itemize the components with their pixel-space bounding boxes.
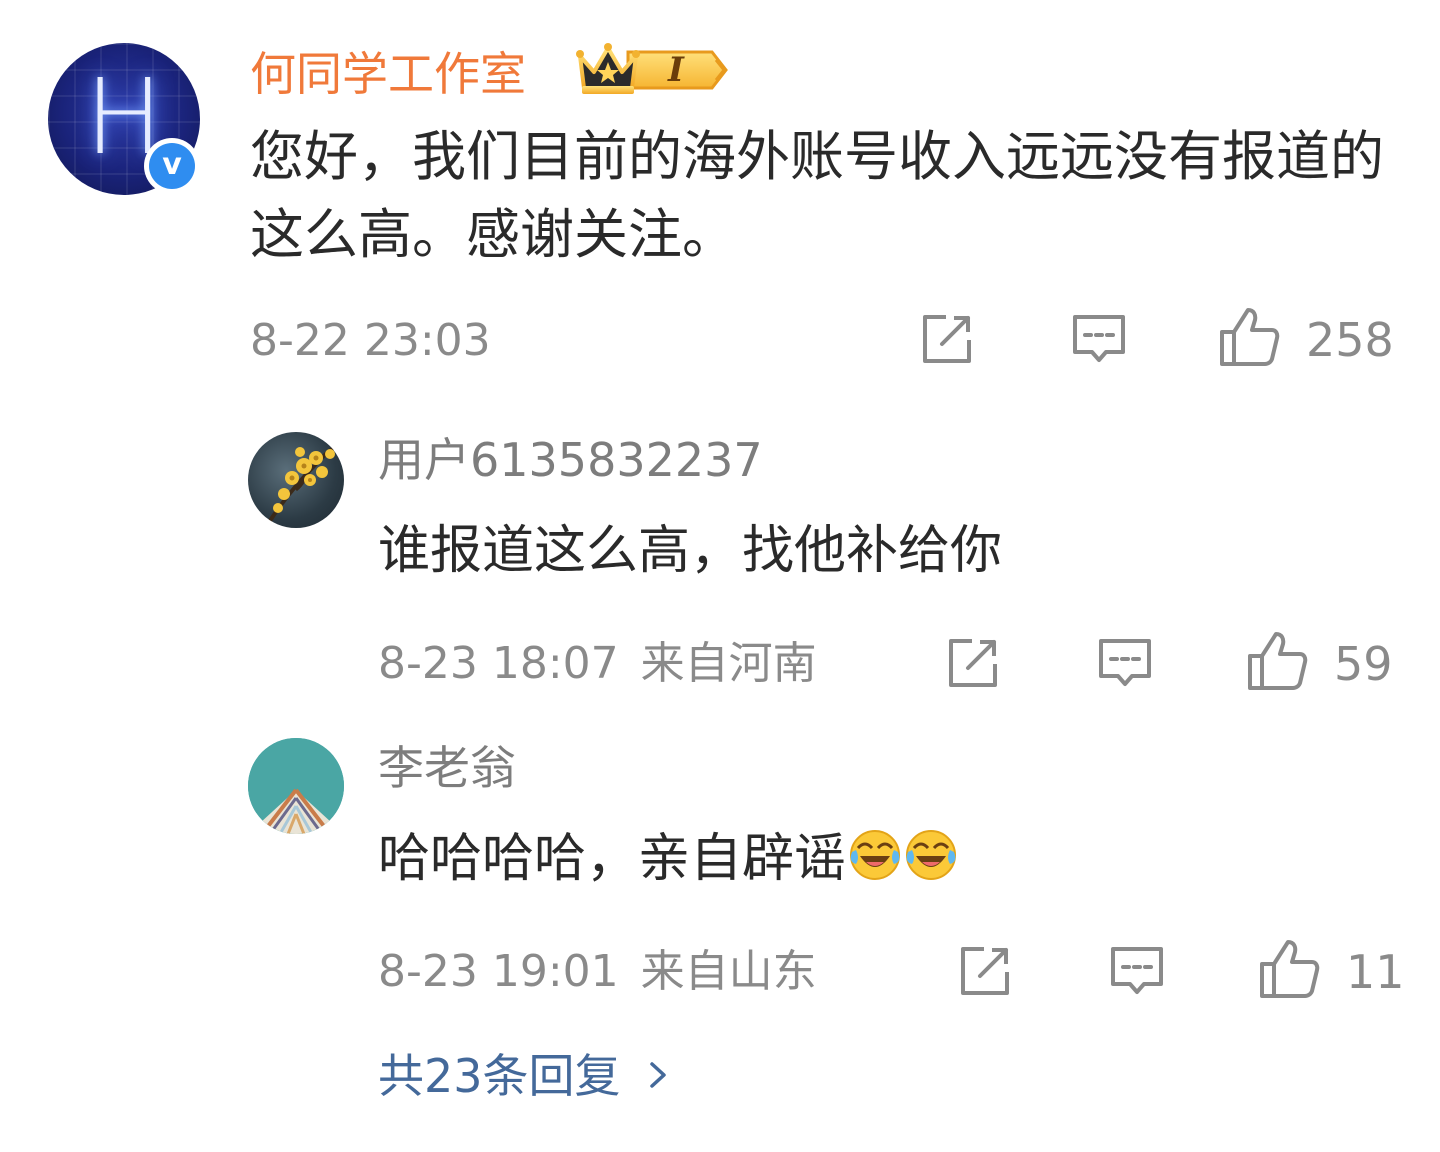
comment-icon[interactable]	[1070, 310, 1128, 368]
more-replies-label: 共23条回复	[378, 1049, 621, 1103]
reply-2-like-count: 11	[1346, 945, 1405, 999]
reply-2-author[interactable]: 李老翁	[378, 738, 516, 798]
main-comment-time: 8-22 23:03	[250, 315, 491, 366]
reply-2-text: 哈哈哈哈，亲自辟谣	[378, 829, 847, 889]
main-comment-text: 您好，我们目前的海外账号收入远远没有报道的这么高。感谢关注。	[250, 125, 1384, 266]
chevron-right-icon	[649, 1062, 666, 1088]
thumbs-up-icon[interactable]	[1246, 630, 1308, 692]
laugh-cry-emoji	[850, 830, 901, 880]
reply-2-location: 来自山东	[640, 946, 817, 997]
reply-2-time: 8-23 19:01	[378, 946, 619, 997]
reply-1-author[interactable]: 用户6135832237	[378, 430, 763, 490]
reply-1-text: 谁报道这么高，找他补给你	[378, 521, 1003, 581]
reply-1-location: 来自河南	[640, 638, 817, 689]
laugh-cry-emoji	[906, 830, 957, 880]
reply-2-meta: 8-23 19:01 来自山东	[378, 942, 817, 1002]
reply-1-meta: 8-23 18:07 来自河南	[378, 634, 817, 694]
flower-image	[266, 442, 341, 526]
comment-icon[interactable]	[1108, 942, 1166, 1000]
share-icon[interactable]	[918, 310, 976, 368]
comment-icon[interactable]	[1096, 634, 1154, 692]
crown-level-badge[interactable]: I	[576, 42, 734, 98]
main-author-name[interactable]: 何同学工作室	[250, 44, 526, 104]
crown-icon	[576, 43, 728, 94]
thumbs-up-icon[interactable]	[1218, 306, 1280, 368]
reply-1-avatar[interactable]	[248, 432, 344, 528]
share-icon[interactable]	[944, 634, 1002, 692]
building-image	[248, 738, 344, 834]
reply-1-like-count: 59	[1334, 637, 1393, 691]
verified-icon: v	[144, 138, 200, 194]
more-replies-link[interactable]: 共23条回复	[378, 1046, 673, 1106]
level-label: I	[668, 50, 684, 90]
main-like-count: 258	[1306, 313, 1394, 367]
thumbs-up-icon[interactable]	[1258, 938, 1320, 1000]
reply-1-time: 8-23 18:07	[378, 638, 619, 689]
reply-2-text-row: 哈哈哈哈，亲自辟谣	[378, 824, 958, 894]
reply-2-avatar[interactable]	[248, 738, 344, 834]
share-icon[interactable]	[956, 942, 1014, 1000]
verified-mark: v	[149, 143, 195, 189]
